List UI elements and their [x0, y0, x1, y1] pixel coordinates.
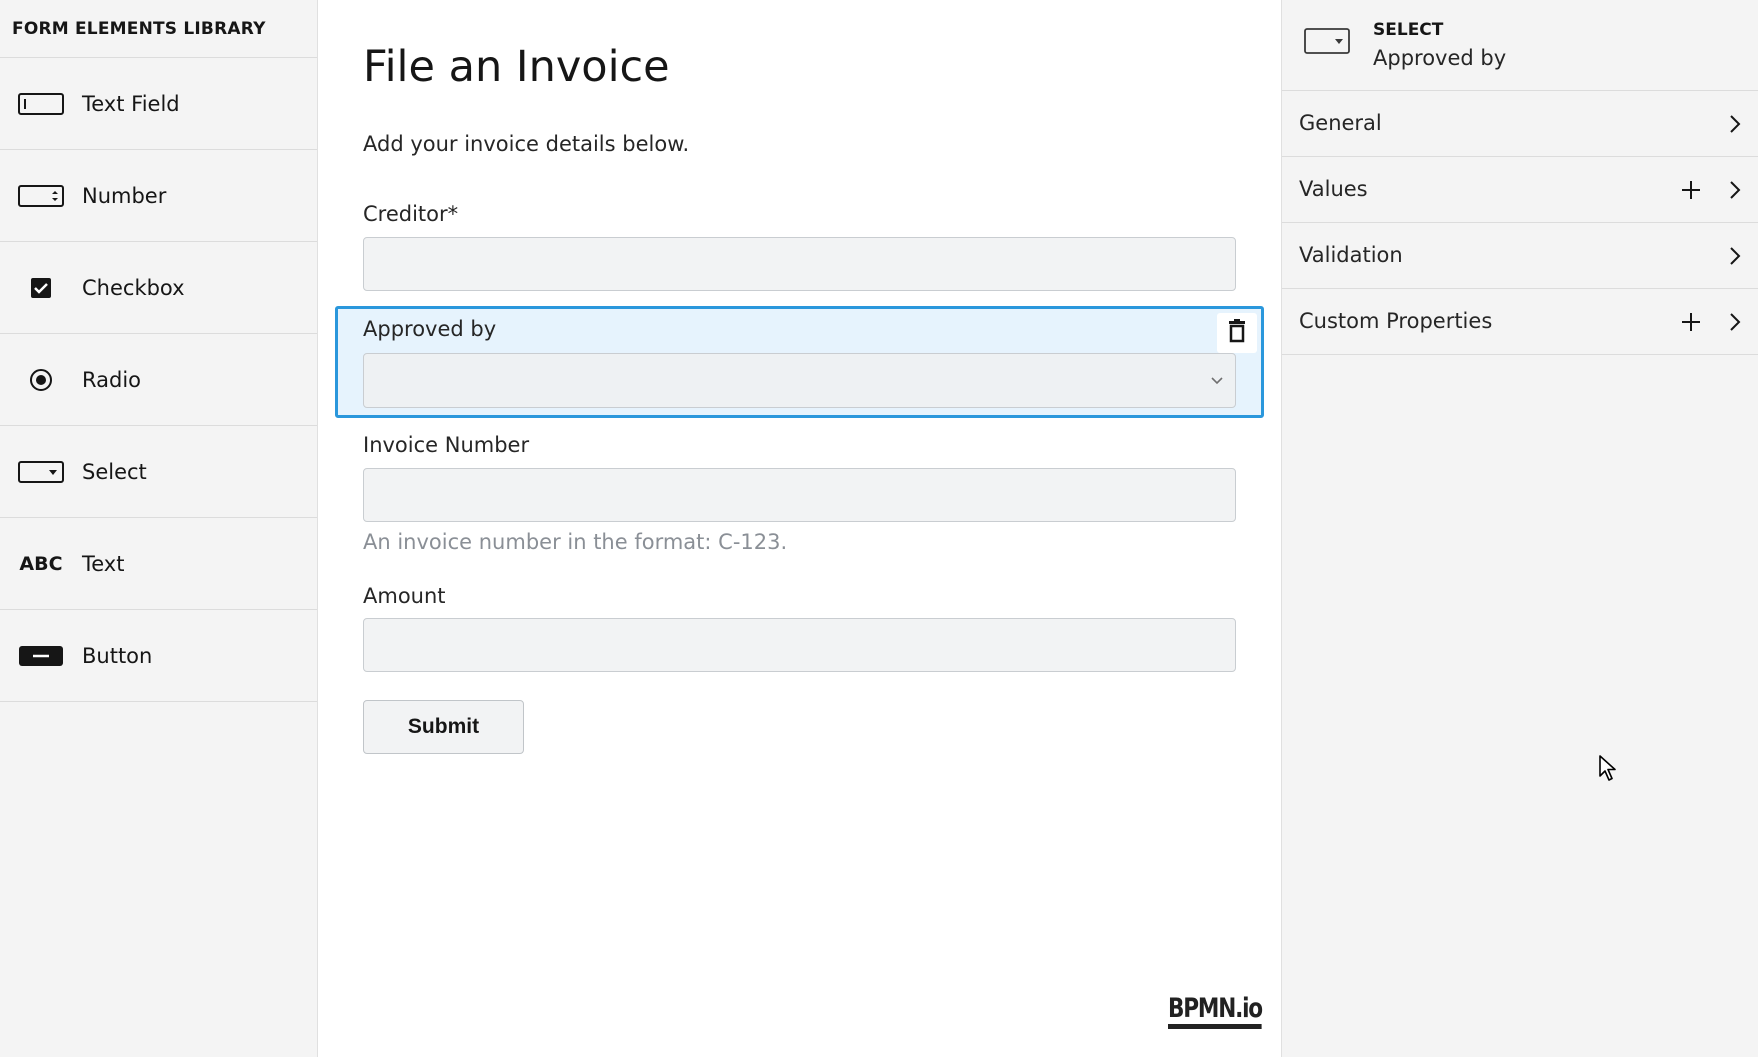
properties-header: SELECT Approved by: [1282, 0, 1758, 91]
palette-item-button[interactable]: Button: [0, 610, 317, 702]
form-description[interactable]: Add your invoice details below.: [363, 132, 689, 156]
palette-item-select[interactable]: Select: [0, 426, 317, 518]
trash-icon: [1226, 319, 1248, 347]
invoice-number-hint: An invoice number in the format: C-123.: [363, 530, 788, 554]
button-icon: [0, 636, 82, 676]
chevron-right-icon: [1728, 113, 1742, 139]
palette-item-checkbox[interactable]: Checkbox: [0, 242, 317, 334]
approved-by-label: Approved by: [363, 317, 497, 341]
palette-item-label: Button: [82, 643, 153, 668]
approved-by-select[interactable]: [363, 353, 1236, 408]
select-icon: [1304, 28, 1350, 58]
chevron-right-icon: [1728, 311, 1742, 337]
creditor-field[interactable]: [363, 237, 1236, 291]
properties-panel: SELECT Approved by General Values Valida…: [1282, 0, 1758, 1057]
chevron-down-icon: [1209, 372, 1225, 392]
palette-item-label: Number: [82, 183, 167, 208]
group-validation[interactable]: Validation: [1282, 223, 1758, 289]
palette-item-label: Select: [82, 459, 147, 484]
palette-item-text[interactable]: ABC Text: [0, 518, 317, 610]
element-name: Approved by: [1373, 46, 1507, 70]
palette-item-label: Text Field: [82, 91, 180, 116]
palette-item-text-field[interactable]: Text Field: [0, 58, 317, 150]
group-label: Custom Properties: [1299, 309, 1493, 333]
element-type: SELECT: [1373, 20, 1444, 40]
form-title[interactable]: File an Invoice: [363, 42, 670, 92]
radio-icon: [0, 360, 82, 400]
group-general[interactable]: General: [1282, 91, 1758, 157]
amount-field[interactable]: [363, 618, 1236, 672]
text-icon-glyph: ABC: [19, 552, 63, 575]
palette-item-number[interactable]: Number: [0, 150, 317, 242]
select-icon: [0, 452, 82, 492]
delete-field-button[interactable]: [1217, 313, 1257, 353]
add-custom-property-icon[interactable]: [1680, 311, 1702, 337]
chevron-right-icon: [1728, 179, 1742, 205]
form-elements-palette: FORM ELEMENTS LIBRARY Text Field Number …: [0, 0, 318, 1057]
creditor-label: Creditor*: [363, 202, 459, 226]
text-icon: ABC: [0, 544, 82, 584]
amount-label: Amount: [363, 584, 446, 608]
group-values[interactable]: Values: [1282, 157, 1758, 223]
group-label: Values: [1299, 177, 1368, 201]
number-icon: [0, 176, 82, 216]
palette-item-label: Checkbox: [82, 275, 185, 300]
group-custom-properties[interactable]: Custom Properties: [1282, 289, 1758, 355]
textfield-icon: [0, 84, 82, 124]
palette-item-radio[interactable]: Radio: [0, 334, 317, 426]
palette-title: FORM ELEMENTS LIBRARY: [0, 0, 317, 58]
invoice-number-label: Invoice Number: [363, 433, 530, 457]
palette-item-label: Text: [82, 551, 125, 576]
add-value-icon[interactable]: [1680, 179, 1702, 205]
mouse-cursor-icon: [1598, 754, 1618, 786]
chevron-right-icon: [1728, 245, 1742, 271]
form-canvas: File an Invoice Add your invoice details…: [318, 0, 1282, 1057]
invoice-number-field[interactable]: [363, 468, 1236, 522]
group-label: General: [1299, 111, 1382, 135]
bpmn-io-logo[interactable]: BPMN.io: [1168, 994, 1263, 1029]
submit-button[interactable]: Submit: [363, 700, 524, 754]
checkbox-icon: [0, 268, 82, 308]
palette-item-label: Radio: [82, 367, 142, 392]
group-label: Validation: [1299, 243, 1403, 267]
